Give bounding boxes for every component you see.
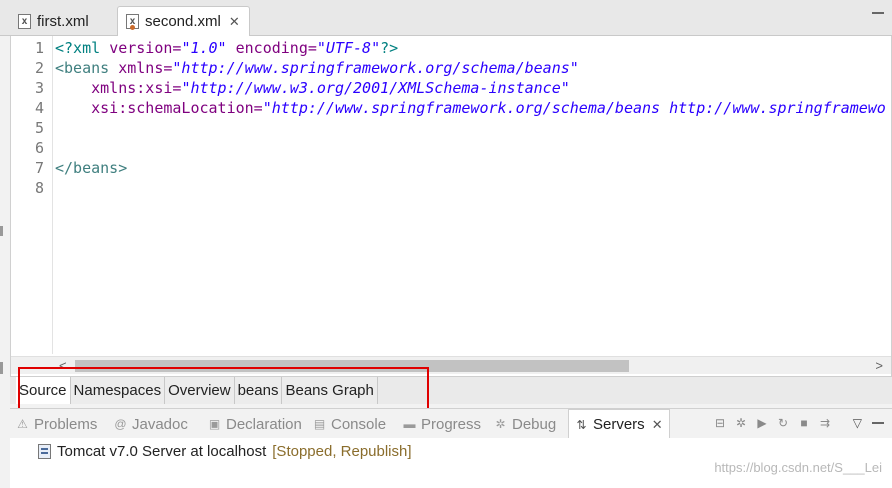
tab-label: Debug — [512, 415, 557, 433]
red-highlight-annotation — [18, 367, 429, 411]
code-line-1: <?xml version="1.0" encoding="UTF-8"?> — [55, 39, 399, 57]
close-icon[interactable]: ✕ — [652, 417, 663, 433]
debug-icon: ✲ — [495, 417, 506, 431]
collapse-icon[interactable]: ⊟ — [713, 416, 727, 430]
line-number: 7 — [34, 159, 44, 177]
view-menu-icon[interactable]: ▽ — [853, 416, 862, 430]
line-number: 2 — [34, 59, 44, 77]
line-number: 4 — [34, 99, 44, 117]
progress-icon: ▬ — [403, 417, 416, 431]
minimize-icon[interactable] — [872, 421, 884, 424]
tab-problems[interactable]: ⚠ Problems — [16, 409, 97, 439]
servers-icon: ⇅ — [576, 417, 587, 432]
edge-marker — [0, 226, 3, 236]
line-number: 5 — [34, 119, 44, 137]
code-line-2: <beans xmlns="http://www.springframework… — [55, 59, 579, 77]
tab-console[interactable]: ▤ Console — [313, 409, 386, 439]
code-area[interactable]: <?xml version="1.0" encoding="UTF-8"?> <… — [55, 36, 891, 354]
scroll-right-arrow-icon[interactable]: > — [875, 358, 883, 373]
eclipse-window: x first.xml x second.xml ✕ 1 2 3 4 5 6 7… — [0, 0, 892, 488]
code-line-3: xmlns:xsi="http://www.w3.org/2001/XMLSch… — [91, 79, 570, 97]
server-status: [Stopped, Republish] — [272, 443, 412, 460]
editor-tab-bar: x first.xml x second.xml ✕ — [0, 0, 892, 36]
tab-servers[interactable]: ⇅ Servers ✕ — [568, 409, 670, 439]
xml-file-icon: x — [18, 13, 31, 29]
tab-label: Progress — [421, 415, 482, 433]
xml-source-editor[interactable]: 1 2 3 4 5 6 7 8 <?xml version="1.0" enco… — [10, 36, 892, 376]
stop-server-icon[interactable]: ■ — [797, 416, 811, 430]
tab-label: Declaration — [226, 415, 302, 433]
line-number: 6 — [34, 139, 44, 157]
problems-icon: ⚠ — [17, 417, 28, 431]
view-tab-bar: ⚠ Problems @ Javadoc ▣ Declaration ▤ Con… — [10, 408, 892, 439]
tab-label: Problems — [34, 415, 98, 433]
profile-server-icon[interactable]: ↻ — [776, 416, 790, 430]
tab-label: first.xml — [37, 12, 89, 30]
tomcat-server-icon — [38, 444, 51, 459]
xml-file-icon: x — [126, 14, 139, 30]
javadoc-icon: @ — [114, 417, 127, 431]
tab-second-xml[interactable]: x second.xml ✕ — [117, 6, 250, 36]
declaration-icon: ▣ — [208, 417, 221, 431]
debug-server-icon[interactable]: ✲ — [734, 416, 748, 430]
server-name: Tomcat v7.0 Server at localhost — [57, 443, 267, 460]
watermark: https://blog.csdn.net/S___Lei — [714, 460, 882, 475]
tab-debug[interactable]: ✲ Debug — [494, 409, 556, 439]
code-line-4: xsi:schemaLocation="http://www.springfra… — [91, 99, 886, 117]
line-number-gutter: 1 2 3 4 5 6 7 8 — [11, 36, 53, 354]
console-icon: ▤ — [313, 417, 326, 431]
tab-javadoc[interactable]: @ Javadoc — [114, 409, 188, 439]
tab-label: Console — [331, 415, 387, 433]
tab-declaration[interactable]: ▣ Declaration — [208, 409, 302, 439]
code-line-7: </beans> — [55, 159, 128, 177]
line-number: 8 — [34, 179, 44, 197]
tab-label: Servers — [593, 416, 645, 433]
edge-marker — [0, 362, 3, 374]
line-number: 1 — [34, 39, 44, 57]
tab-first-xml[interactable]: x first.xml — [10, 6, 116, 36]
minimize-icon[interactable] — [872, 10, 884, 14]
tab-progress[interactable]: ▬ Progress — [403, 409, 482, 439]
close-icon[interactable]: ✕ — [229, 14, 240, 30]
server-item[interactable]: Tomcat v7.0 Server at localhost [Stopped… — [38, 443, 412, 460]
line-number: 3 — [34, 79, 44, 97]
tab-label: second.xml — [145, 13, 221, 30]
start-server-icon[interactable]: ▶ — [755, 416, 769, 430]
tab-label: Javadoc — [132, 415, 188, 433]
publish-icon[interactable]: ⇉ — [818, 416, 832, 430]
servers-toolbar: ⊟ ✲ ▶ ↻ ■ ⇉ — [713, 416, 832, 430]
